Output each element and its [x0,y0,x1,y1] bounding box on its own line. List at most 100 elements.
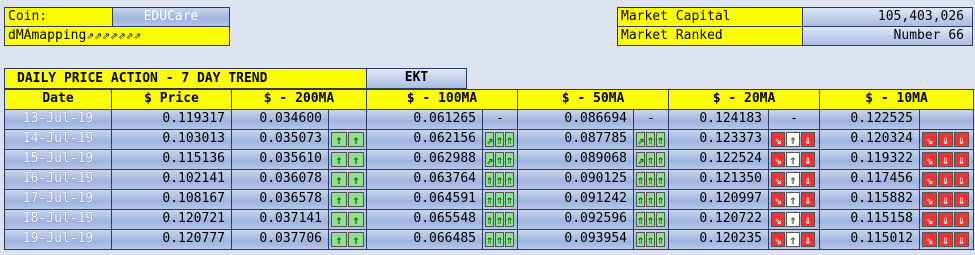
up-arrow-icon: ⇑ [331,132,347,147]
up-arrow-icon: ⇑ [786,192,800,207]
up-arrow-icon: ⇑ [495,152,504,167]
trend-indicator-cell: ⇘ ⇑ ⇓ [768,169,820,190]
trend-indicator-cell: - [633,109,669,130]
trend-indicator-cell: ⇑ ⇑ [328,129,367,150]
up-arrow-icon: ⇑ [331,152,347,167]
up-arrow-icon: ⇑ [348,132,364,147]
up-arrow-icon: ⇑ [646,132,655,147]
down-arrow-icon: ⇓ [938,172,953,187]
up-right-arrow-icon: ⇗ [636,152,645,167]
trend-indicator-cell: ⇘ ⇑ ⇓ [768,149,820,170]
up-arrow-icon: ⇑ [348,152,364,167]
up-arrow-icon: ⇑ [786,232,800,247]
trend-indicator-cell: ⇑ ⇑ [328,149,367,170]
up-arrow-icon: ⇑ [656,152,665,167]
ma-value-cell: 0.120324 [819,129,920,150]
trend-indicator-cell: - [768,109,820,130]
market-capital-label: Market Capital [617,7,803,27]
trend-indicator-cell: ⇗ ⇑ ⇑ [633,149,669,170]
up-arrow-icon: ⇑ [646,172,655,187]
down-arrow-icon: ⇓ [954,232,969,247]
price-cell: 0.115136 [111,149,232,170]
down-arrow-icon: ⇓ [954,172,969,187]
ma-value-cell: 0.035073 [231,129,329,150]
up-arrow-icon: ⇑ [646,212,655,227]
price-cell: 0.119317 [111,109,232,130]
header-20ma: $ - 20MA [668,89,820,110]
trend-indicator-cell: ⇑ ⇑ ⇑ [633,229,669,250]
trend-indicator-cell: ⇗ ⇑ ⇑ [482,129,518,150]
up-arrow-icon: ⇑ [331,192,347,207]
up-arrow-icon: ⇑ [646,232,655,247]
up-arrow-icon: ⇑ [646,152,655,167]
ma-value-cell: 0.093954 [517,229,634,250]
trend-indicator-cell: ⇑ ⇑ ⇑ [633,169,669,190]
trend-indicator-cell: ⇑ ⇑ [328,169,367,190]
mapping-label: dMAmapping⇗⇗⇗⇗⇗⇗⇗ [4,26,230,46]
price-cell: 0.108167 [111,189,232,210]
trend-indicator-cell: ⇑ ⇑ ⇑ [482,189,518,210]
up-arrow-icon: ⇑ [505,232,514,247]
price-cell: 0.102141 [111,169,232,190]
date-cell: 13-Jul-19 [4,109,112,130]
ma-value-cell: 0.115012 [819,229,920,250]
up-arrow-icon: ⇑ [495,172,504,187]
down-arrow-icon: ⇓ [801,132,815,147]
price-cell: 0.120721 [111,209,232,230]
ma-value-cell: 0.037706 [231,229,329,250]
ma-value-cell: 0.061265 [366,109,483,130]
ma-value-cell: 0.119322 [819,149,920,170]
up-arrow-icon: ⇑ [331,232,347,247]
trend-indicator-cell: ⇘ ⇑ ⇓ [768,229,820,250]
price-cell: 0.103013 [111,129,232,150]
up-arrow-icon: ⇑ [485,172,494,187]
down-right-arrow-icon: ⇘ [771,232,785,247]
trend-indicator-cell: ⇘ ⇑ ⇓ [768,129,820,150]
trend-indicator-cell: ⇘ ⇓ ⇓ [919,189,974,210]
up-arrow-icon: ⇑ [656,232,665,247]
ma-value-cell: 0.089068 [517,149,634,170]
trend-indicator-cell: ⇑ ⇑ [328,209,367,230]
up-arrow-icon: ⇑ [348,232,364,247]
down-right-arrow-icon: ⇘ [771,172,785,187]
market-ranked-label: Market Ranked [617,26,803,46]
ma-value-cell: 0.087785 [517,129,634,150]
coin-label: Coin: [4,7,113,27]
ma-value-cell: 0.086694 [517,109,634,130]
up-arrow-icon: ⇑ [495,212,504,227]
up-arrow-icon: ⇑ [505,212,514,227]
header-100ma: $ - 100MA [366,89,518,110]
down-arrow-icon: ⇓ [938,132,953,147]
down-arrow-icon: ⇓ [954,212,969,227]
date-cell: 18-Jul-19 [4,209,112,230]
down-arrow-icon: ⇓ [938,232,953,247]
up-arrow-icon: ⇑ [495,192,504,207]
up-arrow-icon: ⇑ [656,192,665,207]
ma-value-cell: 0.120235 [668,229,769,250]
header-10ma: $ - 10MA [819,89,974,110]
ma-value-cell: 0.064591 [366,189,483,210]
header-50ma: $ - 50MA [517,89,669,110]
ma-value-cell: 0.036578 [231,189,329,210]
date-cell: 14-Jul-19 [4,129,112,150]
ma-value-cell: 0.117456 [819,169,920,190]
trend-indicator-cell: ⇑ ⇑ ⇑ [482,209,518,230]
trend-indicator-cell: ⇑ ⇑ ⇑ [633,209,669,230]
coin-value: EDUCare [112,7,230,27]
up-arrow-icon: ⇑ [786,172,800,187]
header-date: Date [4,89,112,110]
down-arrow-icon: ⇓ [938,152,953,167]
ma-value-cell: 0.123373 [668,129,769,150]
up-arrow-icon: ⇑ [348,212,364,227]
down-arrow-icon: ⇓ [938,192,953,207]
up-arrow-icon: ⇑ [656,132,665,147]
up-arrow-icon: ⇑ [348,172,364,187]
market-ranked-value: Number 66 [802,26,973,46]
down-arrow-icon: ⇓ [801,152,815,167]
down-arrow-icon: ⇓ [938,212,953,227]
trend-indicator-cell: ⇘ ⇓ ⇓ [919,129,974,150]
up-arrow-icon: ⇑ [505,192,514,207]
ma-value-cell: 0.122524 [668,149,769,170]
ma-value-cell: 0.063764 [366,169,483,190]
date-cell: 19-Jul-19 [4,229,112,250]
